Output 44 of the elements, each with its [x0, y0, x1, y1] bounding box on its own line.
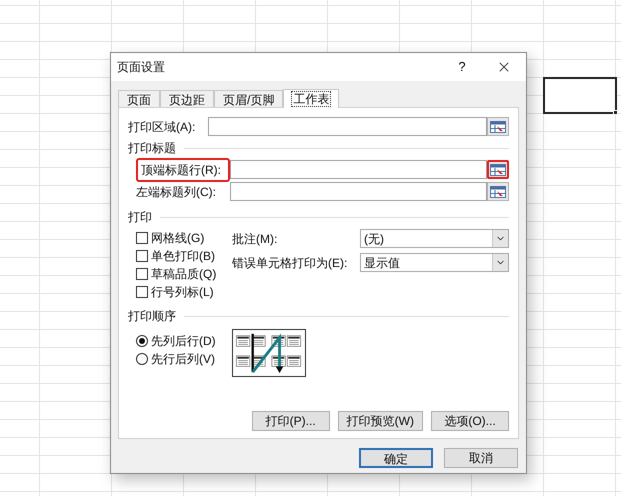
window-title: 页面设置 — [117, 59, 166, 76]
checkbox-label: 行号列标(L) — [151, 284, 214, 300]
section-heading: 打印 — [128, 209, 152, 226]
field-label: 顶端标题行(R): — [136, 158, 230, 182]
selected-cell[interactable] — [543, 77, 617, 114]
tab[interactable]: 页边距 — [160, 90, 214, 107]
checkbox[interactable] — [136, 232, 148, 244]
dialog-button[interactable]: 取消 — [444, 448, 518, 468]
range-select-icon — [490, 120, 506, 132]
tab[interactable]: 页面 — [118, 90, 160, 107]
checkbox-label: 单色打印(B) — [151, 248, 215, 264]
field-label: 左端标题列(C): — [136, 184, 217, 200]
range-select-icon — [490, 186, 506, 198]
dialog-button[interactable]: 确定 — [359, 448, 433, 468]
action-button[interactable]: 打印预览(W) — [338, 411, 423, 431]
checkbox[interactable] — [136, 250, 148, 262]
checkbox-label: 网格线(G) — [151, 230, 204, 246]
dropdown-select[interactable]: (无) — [360, 229, 509, 248]
range-select-button[interactable] — [487, 160, 509, 179]
radio-label: 先列后行(D) — [151, 332, 216, 350]
section-heading: 打印顺序 — [128, 308, 176, 325]
tab[interactable]: 页眉/页脚 — [214, 90, 284, 107]
checkbox-label: 草稿品质(Q) — [151, 266, 216, 282]
action-button[interactable]: 打印(P)... — [252, 411, 330, 431]
tab[interactable]: 工作表 — [283, 89, 340, 108]
checkbox[interactable] — [136, 286, 148, 298]
radio-label: 先行后列(V) — [151, 350, 215, 368]
fill-handle[interactable] — [613, 110, 618, 115]
range-select-button[interactable] — [487, 117, 509, 136]
radio-button[interactable] — [136, 334, 148, 346]
radio-button[interactable] — [136, 352, 148, 364]
range-input-field[interactable] — [230, 182, 487, 201]
select-label: 批注(M): — [232, 230, 278, 248]
help-button[interactable]: ? — [442, 53, 482, 81]
field-label: 打印区域(A): — [128, 118, 196, 136]
range-select-button[interactable] — [487, 182, 509, 201]
range-select-icon — [490, 164, 506, 176]
range-input-field[interactable] — [208, 117, 487, 136]
range-input-field[interactable] — [230, 160, 487, 179]
checkbox[interactable] — [136, 268, 148, 280]
dropdown-select[interactable]: 显示值 — [360, 253, 509, 272]
section-heading: 打印标题 — [128, 140, 176, 157]
action-button[interactable]: 选项(O)... — [431, 411, 509, 431]
select-label: 错误单元格打印为(E): — [232, 254, 348, 272]
